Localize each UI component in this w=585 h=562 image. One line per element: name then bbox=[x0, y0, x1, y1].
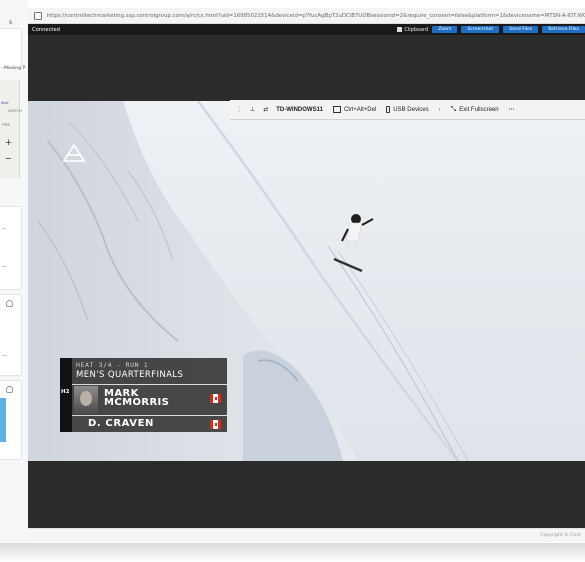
canada-flag-icon bbox=[210, 420, 221, 429]
keyboard-icon bbox=[332, 106, 341, 113]
zoom-button[interactable]: Zoom bbox=[432, 26, 458, 33]
send-files-button[interactable]: Send Files bbox=[503, 26, 539, 33]
host-sidebar: s Missing P Mall NORTH PRE + − bbox=[0, 0, 28, 562]
lock-icon bbox=[34, 11, 42, 20]
screen: s Missing P Mall NORTH PRE + − https://c… bbox=[0, 0, 585, 562]
accent-bar bbox=[60, 358, 72, 432]
broadcast-lower-third: HEAT 3/4 - RUN 1 MEN'S QUARTERFINALS H2 … bbox=[60, 358, 227, 432]
screenshot-button[interactable]: Screenshot bbox=[461, 26, 500, 33]
rider1-last-name: MCMORRIS bbox=[104, 397, 170, 408]
usb-devices-button[interactable]: USB Devices bbox=[386, 106, 429, 113]
sidebar-title-fragment: s bbox=[9, 19, 13, 26]
rider-photo bbox=[74, 386, 98, 414]
usb-devices-label: USB Devices bbox=[393, 106, 429, 113]
browser-address-bar[interactable]: https://controltechmarketing.ssp.control… bbox=[28, 8, 585, 24]
canada-flag-icon bbox=[210, 394, 221, 403]
exit-fullscreen-label: Exit Fullscreen bbox=[459, 106, 499, 113]
connection-status: Connected bbox=[32, 26, 60, 33]
clipboard-toggle[interactable]: Clipboard bbox=[397, 27, 428, 33]
ctrl-alt-del-button[interactable]: Ctrl+Alt+Del bbox=[332, 106, 377, 113]
map-label: NORTH bbox=[8, 108, 23, 113]
map-label: Mall bbox=[1, 100, 9, 105]
divider bbox=[2, 228, 6, 229]
rider-face bbox=[80, 391, 92, 406]
page-footer: Copyright © Cont bbox=[28, 528, 585, 542]
chevron-right-icon[interactable]: › bbox=[439, 107, 441, 113]
retrieve-files-button[interactable]: Retrieve Files bbox=[542, 26, 585, 33]
heat-badge: H2 bbox=[61, 389, 70, 395]
more-options-button[interactable]: ··· bbox=[509, 107, 515, 113]
map-label: PRE bbox=[2, 122, 11, 127]
exit-fullscreen-button[interactable]: ⤡ Exit Fullscreen bbox=[451, 106, 499, 113]
missing-label: Missing P bbox=[4, 66, 26, 71]
sidebar-card bbox=[0, 28, 22, 68]
ctrl-alt-del-label: Ctrl+Alt+Del bbox=[343, 106, 377, 113]
pin-icon[interactable]: ⊥ bbox=[250, 106, 255, 113]
heat-label: HEAT 3/4 - RUN 1 bbox=[76, 361, 149, 369]
exit-fullscreen-icon: ⤡ bbox=[450, 106, 457, 113]
remote-control-toolbar: ⋮ ⊥ ⇄ TD-WINDOWS11 Ctrl+Alt+Del USB Devi… bbox=[230, 100, 585, 120]
rider2-name: D. CRAVEN bbox=[88, 418, 155, 429]
sidebar-card bbox=[0, 206, 22, 290]
switch-arrows-icon[interactable]: ⇄ bbox=[263, 106, 268, 113]
divider bbox=[2, 355, 7, 356]
bell-icon[interactable] bbox=[6, 300, 13, 307]
usb-icon bbox=[386, 106, 391, 113]
machine-name[interactable]: TD-WINDOWS11 bbox=[276, 107, 323, 113]
bell-icon[interactable] bbox=[6, 386, 13, 393]
window-shadow bbox=[0, 543, 585, 562]
copyright-text: Copyright © Cont bbox=[540, 533, 581, 538]
rider1-name: MARK MCMORRIS bbox=[104, 389, 170, 408]
session-toolbar: Connected Clipboard Zoom Screenshot Send… bbox=[28, 24, 585, 35]
divider bbox=[2, 266, 7, 267]
url-text: https://controltechmarketing.ssp.control… bbox=[46, 12, 585, 19]
clipboard-label: Clipboard bbox=[404, 26, 429, 33]
map-zoom-out-button[interactable]: − bbox=[2, 153, 15, 167]
round-label: MEN'S QUARTERFINALS bbox=[76, 370, 184, 380]
chart-bar bbox=[0, 398, 6, 442]
map-zoom-in-button[interactable]: + bbox=[2, 137, 15, 151]
clipboard-icon bbox=[397, 27, 403, 32]
drag-handle-icon[interactable]: ⋮ bbox=[236, 106, 242, 113]
